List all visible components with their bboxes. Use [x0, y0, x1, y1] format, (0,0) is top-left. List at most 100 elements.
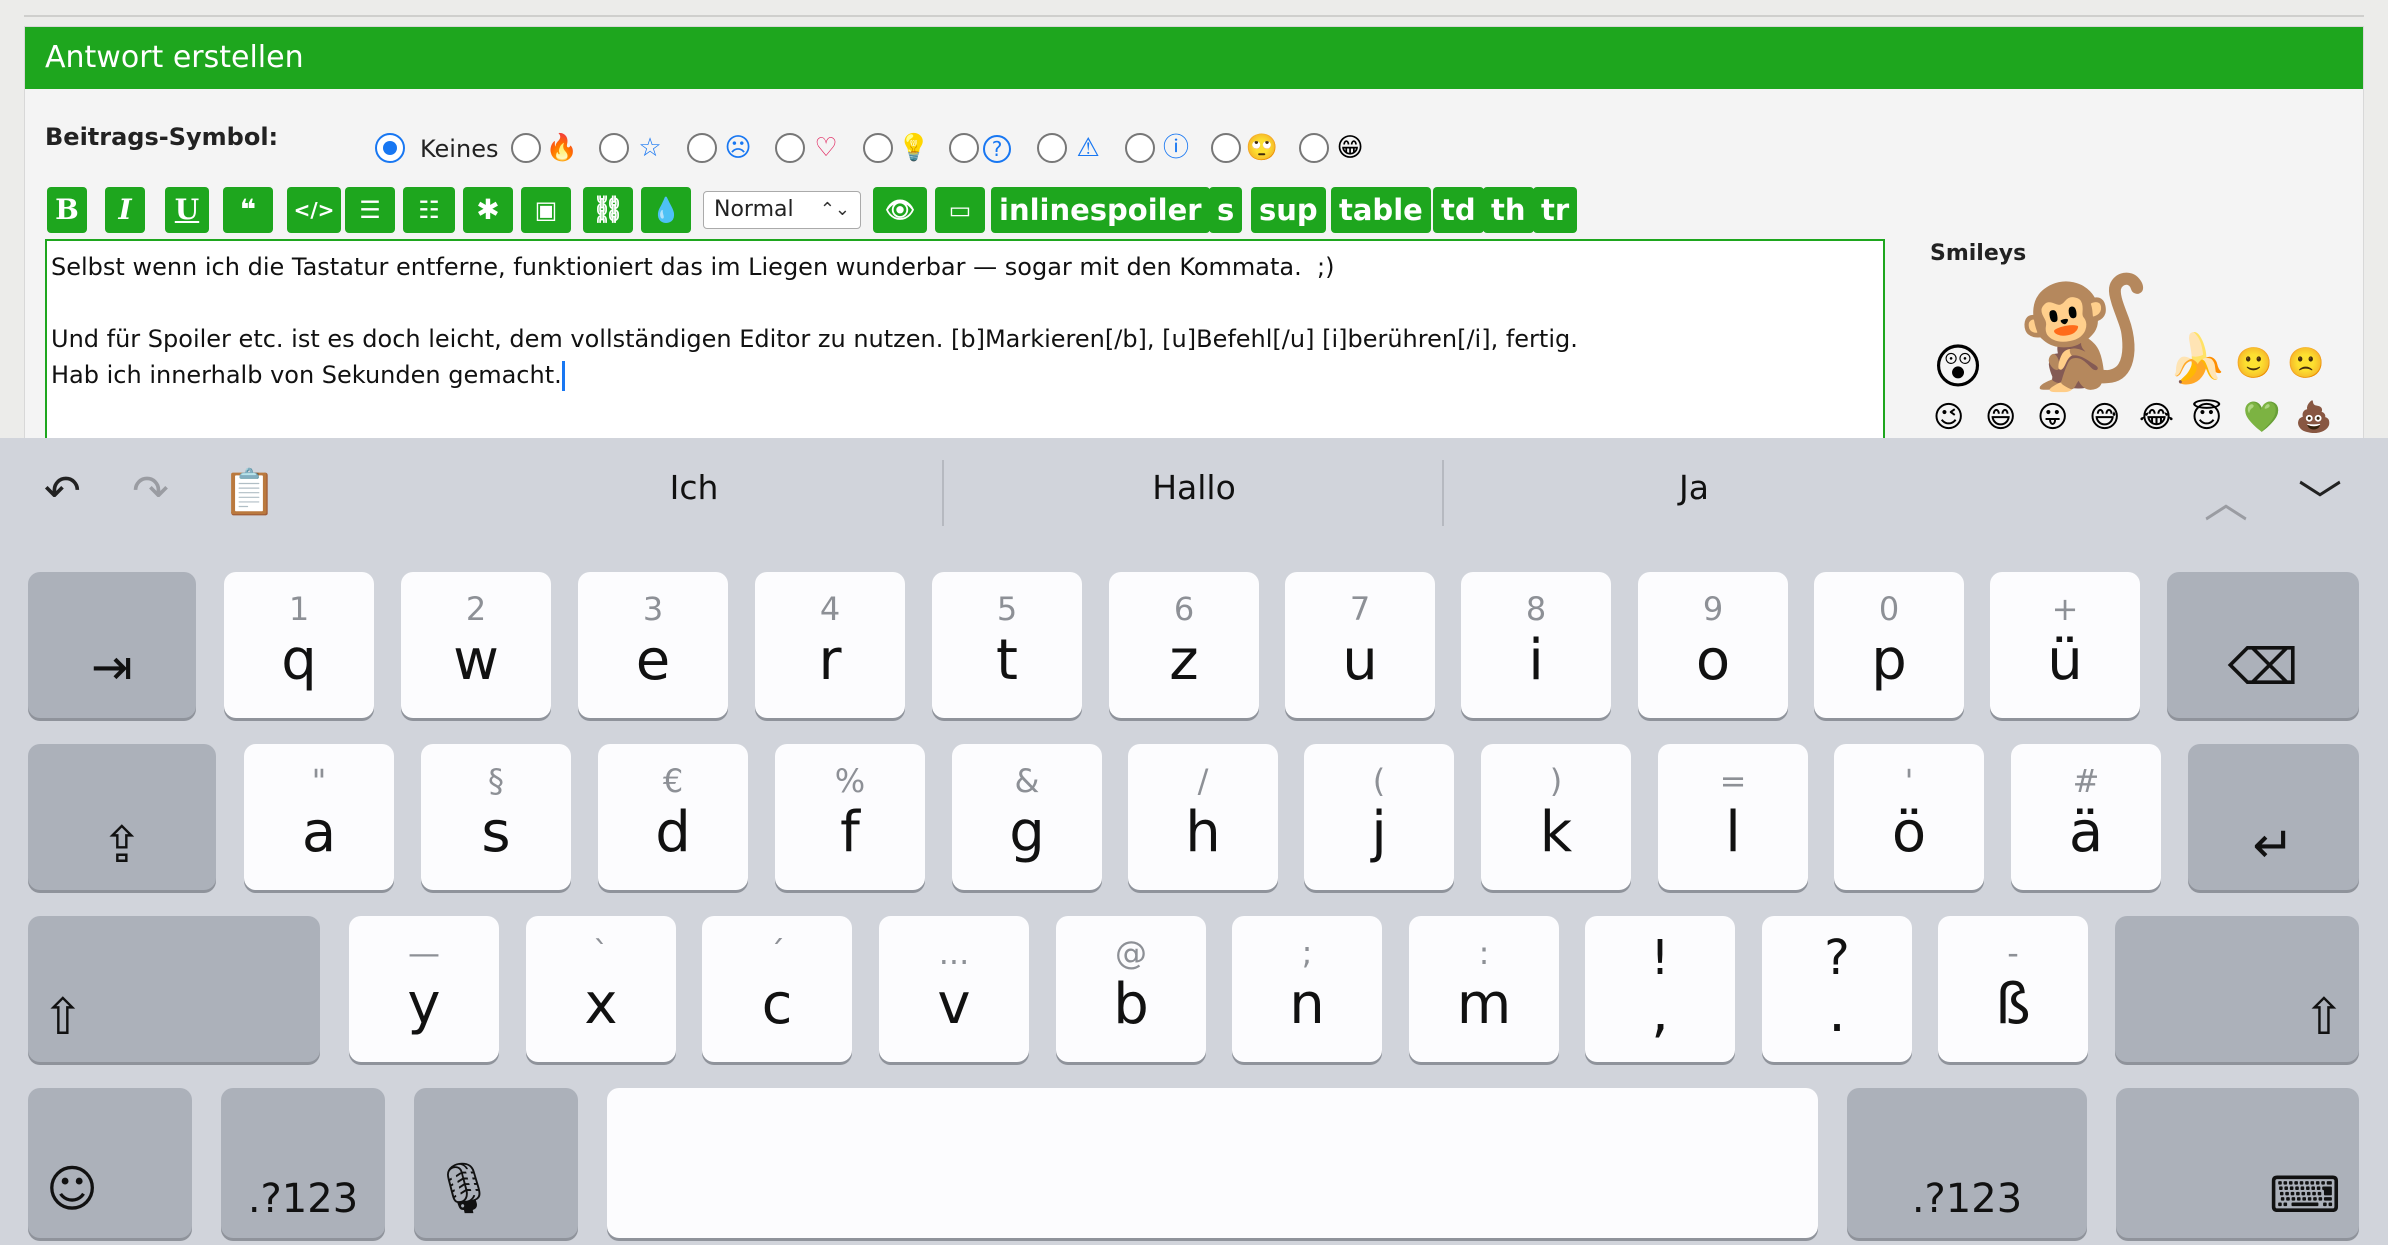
symbol-radio-lightbulb[interactable]: [863, 133, 893, 163]
poop-icon[interactable]: 💩: [2295, 401, 2332, 435]
tab-key[interactable]: ⇥: [28, 572, 196, 718]
shift-left-key[interactable]: ⇧: [28, 916, 320, 1062]
asterisk-button[interactable]: ✱: [463, 187, 513, 233]
prediction-1[interactable]: Ich: [544, 468, 844, 507]
key-period[interactable]: ?.: [1762, 916, 1912, 1062]
symbol-radio-eyeroll[interactable]: [1211, 133, 1241, 163]
redo-icon[interactable]: ↷: [132, 466, 169, 517]
key-c[interactable]: ´ c: [702, 916, 852, 1062]
key-l[interactable]: = l: [1658, 744, 1808, 890]
chevron-down-icon[interactable]: ﹀: [2298, 466, 2342, 530]
strike-button[interactable]: s: [1209, 187, 1243, 233]
color-button[interactable]: 💧: [641, 187, 691, 233]
prediction-2[interactable]: Hallo: [1044, 468, 1344, 507]
smiley-smile-icon[interactable]: 🙂: [2235, 347, 2272, 381]
message-editor[interactable]: Selbst wenn ich die Tastatur entferne, f…: [45, 239, 1885, 438]
key-oe[interactable]: ' ö: [1834, 744, 1984, 890]
paste-icon[interactable]: 📋: [222, 466, 277, 518]
symbol-radio-flame[interactable]: [511, 133, 541, 163]
key-i[interactable]: 8i: [1461, 572, 1611, 718]
code-button[interactable]: </>: [287, 187, 341, 233]
smiley-angel-icon[interactable]: 😇: [2191, 401, 2222, 435]
bold-button[interactable]: B: [47, 187, 87, 233]
key-t[interactable]: 5t: [932, 572, 1082, 718]
key-o[interactable]: 9o: [1638, 572, 1788, 718]
image-button[interactable]: ▣: [521, 187, 571, 233]
key-w[interactable]: 2w: [401, 572, 551, 718]
key-y[interactable]: — y: [349, 916, 499, 1062]
key-f[interactable]: % f: [775, 744, 925, 890]
numbers-key-left[interactable]: .?123: [221, 1088, 385, 1238]
bullet-list-button[interactable]: ☰: [345, 187, 395, 233]
space-key[interactable]: [607, 1088, 1818, 1238]
symbol-radio-info[interactable]: [1125, 133, 1155, 163]
numbers-key-right[interactable]: .?123: [1847, 1088, 2087, 1238]
dictation-key[interactable]: 🎙: [414, 1088, 578, 1238]
key-q[interactable]: 1q: [224, 572, 374, 718]
symbol-radio-question[interactable]: [949, 133, 979, 163]
display-button[interactable]: ▭: [935, 187, 985, 233]
italic-button[interactable]: I: [105, 187, 145, 233]
prediction-3[interactable]: Ja: [1544, 468, 1844, 507]
caps-lock-icon: ⇪: [101, 816, 143, 874]
key-k[interactable]: ) k: [1481, 744, 1631, 890]
key-p[interactable]: 0p: [1814, 572, 1964, 718]
smiley-sweat-icon[interactable]: 😅: [2089, 401, 2120, 435]
key-j[interactable]: (j: [1304, 744, 1454, 890]
key-x[interactable]: ` x: [526, 916, 676, 1062]
key-sz[interactable]: -ß: [1938, 916, 2088, 1062]
key-h[interactable]: / h: [1128, 744, 1278, 890]
smiley-grin-icon[interactable]: 😄: [1985, 401, 2016, 435]
chevron-up-icon[interactable]: ︿: [2204, 466, 2248, 530]
smiley-laugh-icon[interactable]: 😂: [2139, 401, 2174, 435]
table-button[interactable]: table: [1331, 187, 1431, 233]
return-key[interactable]: ↵: [2188, 744, 2359, 890]
emoji-key[interactable]: ☺: [28, 1088, 192, 1238]
key-u[interactable]: 7u: [1285, 572, 1435, 718]
symbol-radio-dizzy[interactable]: [687, 133, 717, 163]
symbol-radio-grin[interactable]: [1299, 133, 1329, 163]
font-size-select[interactable]: Normal ⌃⌄: [703, 191, 861, 229]
key-n[interactable]: ; n: [1232, 916, 1382, 1062]
smiley-banana-icon[interactable]: 🍌: [2167, 329, 2227, 389]
symbol-radio-star[interactable]: [599, 133, 629, 163]
key-z[interactable]: 6z: [1109, 572, 1259, 718]
green-heart-icon[interactable]: 💚: [2243, 401, 2280, 435]
spoiler-button[interactable]: 👁: [873, 187, 927, 233]
smiley-tongue-icon[interactable]: 😛: [2037, 401, 2068, 435]
key-b[interactable]: @ b: [1056, 916, 1206, 1062]
key-e[interactable]: 3e: [578, 572, 728, 718]
key-a[interactable]: " a: [244, 744, 394, 890]
tr-button[interactable]: tr: [1533, 187, 1578, 233]
symbol-radio-none[interactable]: [375, 133, 405, 163]
sup-button[interactable]: sup: [1251, 187, 1326, 233]
backspace-key[interactable]: ⌫: [2167, 572, 2359, 718]
key-r[interactable]: 4r: [755, 572, 905, 718]
td-button[interactable]: td: [1433, 187, 1484, 233]
smiley-shocked-icon[interactable]: 😲: [1933, 337, 1983, 397]
key-m[interactable]: :m: [1409, 916, 1559, 1062]
caps-lock-key[interactable]: ⇪: [28, 744, 216, 890]
key-v[interactable]: ... v: [879, 916, 1029, 1062]
key-ue[interactable]: + ü: [1990, 572, 2140, 718]
symbol-radio-warning[interactable]: [1037, 133, 1067, 163]
th-button[interactable]: th: [1483, 187, 1534, 233]
link-button[interactable]: ⛓: [583, 187, 633, 233]
numbered-list-button[interactable]: ☷: [403, 187, 455, 233]
underline-button[interactable]: U: [165, 187, 209, 233]
hide-keyboard-key[interactable]: ⌨: [2116, 1088, 2359, 1238]
key-s[interactable]: § s: [421, 744, 571, 890]
droplet-icon: 💧: [651, 196, 681, 224]
shift-right-key[interactable]: ⇧: [2115, 916, 2359, 1062]
inlinespoiler-button[interactable]: inlinespoiler: [991, 187, 1210, 233]
smiley-wink-icon[interactable]: 😉: [1933, 401, 1964, 435]
key-d[interactable]: € d: [598, 744, 748, 890]
symbol-radio-heart[interactable]: [775, 133, 805, 163]
undo-icon[interactable]: ↶: [44, 466, 81, 517]
quote-button[interactable]: ❝: [223, 187, 273, 233]
key-ae[interactable]: # ä: [2011, 744, 2161, 890]
key-g[interactable]: & g: [952, 744, 1102, 890]
key-comma[interactable]: !,: [1585, 916, 1735, 1062]
smiley-rocking-chair-icon[interactable]: 🐒: [2015, 267, 2152, 397]
smiley-frown-icon[interactable]: 🙁: [2287, 347, 2324, 381]
